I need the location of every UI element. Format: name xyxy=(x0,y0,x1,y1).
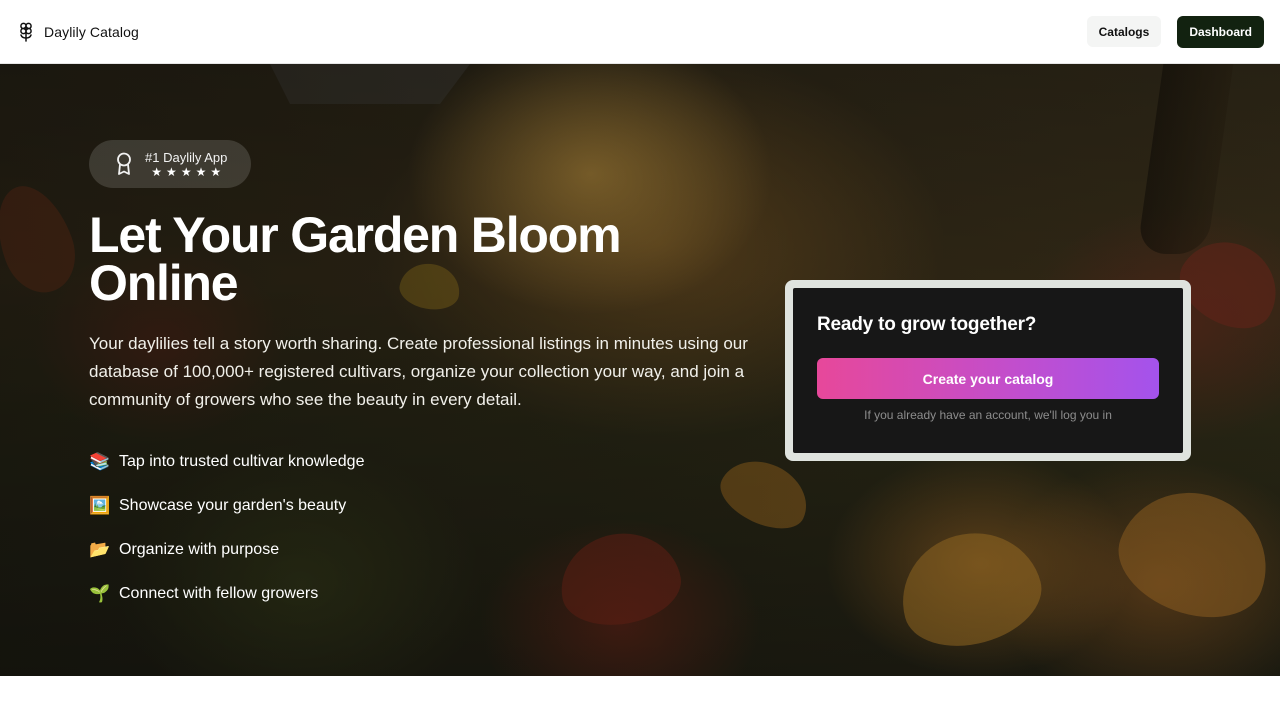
feature-text: Organize with purpose xyxy=(119,541,280,558)
site-header: Daylily Catalog Catalogs Dashboard xyxy=(0,0,1280,64)
star-rating-icon: ★★★★★ xyxy=(151,164,226,179)
flower-icon xyxy=(18,22,34,42)
hero-description: Your daylilies tell a story worth sharin… xyxy=(89,334,748,409)
catalogs-button[interactable]: Catalogs xyxy=(1086,16,1162,47)
folder-icon: 📂 xyxy=(89,540,111,559)
top-nav: Catalogs Dashboard xyxy=(1086,15,1264,48)
seedling-icon: 🌱 xyxy=(89,584,111,603)
feature-text: Showcase your garden's beauty xyxy=(119,497,347,514)
cta-note: If you already have an account, we'll lo… xyxy=(864,408,1112,422)
hero-section: #1 Daylily App ★★★★★ Let Your Garden Blo… xyxy=(0,64,1280,676)
feature-item: 🖼️ Showcase your garden's beauty xyxy=(89,484,759,528)
brand-home-link[interactable]: Daylily Catalog xyxy=(18,22,139,42)
books-icon: 📚 xyxy=(89,452,111,471)
hero-content: #1 Daylily App ★★★★★ Let Your Garden Blo… xyxy=(89,140,759,616)
feature-text: Tap into trusted cultivar knowledge xyxy=(119,453,365,470)
badge-text: #1 Daylily App ★★★★★ xyxy=(145,150,227,179)
badge-title: #1 Daylily App xyxy=(145,149,228,165)
feature-item: 🌱 Connect with fellow growers xyxy=(89,572,759,616)
cta-card: Ready to grow together? Create your cata… xyxy=(785,280,1191,461)
dashboard-button[interactable]: Dashboard xyxy=(1177,15,1264,48)
award-ribbon-icon xyxy=(115,152,133,176)
hero-title: Let Your Garden Bloom Online xyxy=(89,207,622,311)
brand-name: Daylily Catalog xyxy=(44,23,139,40)
rating-badge: #1 Daylily App ★★★★★ xyxy=(89,140,252,188)
feature-item: 📚 Tap into trusted cultivar knowledge xyxy=(89,440,759,484)
feature-item: 📂 Organize with purpose xyxy=(89,528,759,572)
create-catalog-button[interactable]: Create your catalog xyxy=(817,358,1159,399)
cta-card-body: Ready to grow together? Create your cata… xyxy=(793,288,1183,453)
framed-picture-icon: 🖼️ xyxy=(89,496,111,515)
feature-list: 📚 Tap into trusted cultivar knowledge 🖼️… xyxy=(89,440,759,616)
cta-title: Ready to grow together? xyxy=(817,314,1037,335)
feature-text: Connect with fellow growers xyxy=(119,585,319,602)
